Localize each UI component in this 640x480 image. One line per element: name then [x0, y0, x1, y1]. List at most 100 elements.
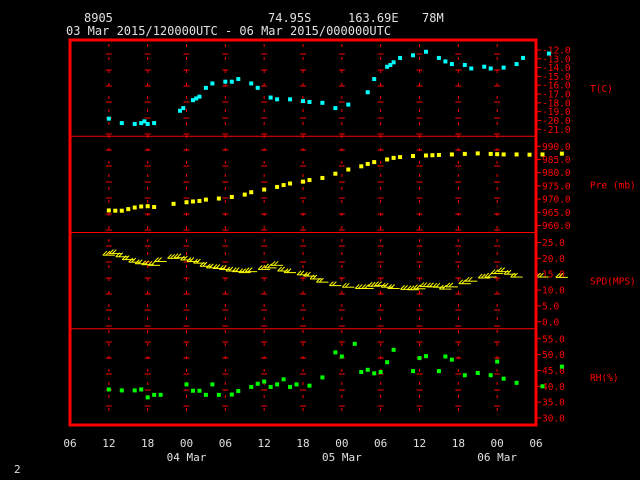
temperature-point — [346, 102, 351, 107]
pressure-point — [423, 153, 428, 158]
temperature-point — [449, 62, 454, 67]
humidity-point — [294, 382, 299, 387]
humidity-panel-label: RH(%) — [590, 373, 619, 384]
x-tick-label: 06 — [374, 437, 387, 450]
pressure-point — [501, 152, 506, 157]
humidity-point — [203, 392, 208, 397]
x-tick-label: 06 — [63, 437, 76, 450]
temperature-point — [229, 79, 234, 84]
humidity-point — [106, 387, 111, 392]
pressure-point — [132, 205, 137, 210]
humidity-point — [514, 380, 519, 385]
page-number: 2 — [14, 463, 21, 476]
pressure-point — [301, 179, 305, 184]
y-tick-label: 25.0 — [542, 238, 565, 249]
humidity-point — [288, 384, 293, 389]
temperature-point — [203, 85, 208, 90]
pressure-point — [475, 151, 480, 156]
pressure-point — [281, 183, 286, 188]
pressure-point — [411, 154, 416, 159]
y-tick-label: 985.0 — [542, 155, 571, 166]
temperature-panel-label: T(C) — [590, 84, 613, 95]
pressure-point — [527, 152, 532, 157]
temperature-point — [268, 95, 273, 100]
x-tick-label: 00 — [180, 437, 193, 450]
y-tick-label: 40.0 — [542, 382, 565, 393]
humidity-point — [281, 377, 286, 382]
temperature-point — [275, 97, 280, 102]
pressure-point — [307, 178, 312, 183]
temperature-point — [469, 66, 474, 71]
temperature-point — [514, 62, 519, 67]
y-tick-label: 980.0 — [542, 168, 571, 179]
humidity-point — [275, 382, 280, 387]
humidity-point — [262, 379, 267, 384]
pressure-point — [430, 153, 435, 158]
temperature-point — [210, 81, 215, 86]
humidity-point — [372, 371, 377, 376]
pressure-point — [275, 184, 280, 189]
x-tick-label: 12 — [413, 437, 426, 450]
y-tick-label: 30.0 — [542, 414, 565, 425]
pressure-point — [216, 196, 221, 201]
pressure-point — [488, 151, 493, 156]
humidity-point — [462, 373, 467, 378]
humidity-point — [423, 354, 428, 359]
humidity-point — [307, 383, 312, 388]
humidity-point — [210, 382, 215, 387]
pressure-point — [145, 204, 150, 209]
pressure-point — [190, 199, 195, 204]
humidity-point — [385, 360, 390, 365]
humidity-point — [365, 367, 370, 372]
temperature-point — [288, 97, 293, 102]
pressure-point — [106, 208, 111, 213]
temperature-point — [423, 49, 428, 54]
temperature-point — [482, 64, 487, 69]
pressure-point — [203, 197, 208, 202]
pressure-point — [385, 157, 390, 162]
humidity-point — [249, 384, 254, 389]
temperature-point — [411, 53, 416, 58]
pressure-point — [229, 194, 234, 199]
humidity-point — [501, 376, 506, 381]
pressure-point — [288, 181, 293, 186]
humidity-point — [190, 388, 195, 393]
temperature-point — [307, 99, 312, 104]
x-date-label: 05 Mar — [322, 451, 362, 464]
humidity-point — [320, 375, 325, 380]
humidity-point — [495, 359, 500, 364]
y-tick-label: 970.0 — [542, 195, 571, 206]
x-tick-label: 00 — [491, 437, 504, 450]
temperature-point — [132, 121, 137, 126]
pressure-point — [262, 187, 267, 192]
humidity-point — [378, 370, 383, 375]
humidity-point — [139, 387, 144, 392]
wind-panel-label: SPD(MPS) — [590, 277, 636, 288]
pressure-point — [152, 205, 157, 210]
y-tick-label: 5.0 — [542, 301, 559, 312]
pressure-point — [372, 160, 377, 165]
humidity-point — [436, 369, 441, 374]
humidity-point — [391, 347, 396, 352]
x-tick-label: 18 — [141, 437, 154, 450]
temperature-point — [145, 121, 150, 126]
humidity-point — [145, 395, 150, 400]
humidity-point — [449, 357, 454, 362]
pressure-point — [495, 152, 500, 157]
temperature-point — [365, 90, 370, 95]
humidity-point — [197, 388, 202, 393]
pressure-panel-label: Pre (mb) — [590, 180, 636, 191]
y-tick-label: 990.0 — [542, 142, 571, 153]
pressure-point — [462, 151, 467, 156]
humidity-point — [488, 373, 493, 378]
temperature-point — [119, 121, 124, 126]
pressure-point — [249, 190, 254, 195]
x-date-label: 04 Mar — [167, 451, 207, 464]
temperature-point — [255, 85, 260, 90]
humidity-point — [236, 389, 241, 394]
pressure-point — [436, 152, 441, 157]
pressure-point — [119, 208, 124, 213]
pressure-point — [391, 155, 396, 160]
temperature-point — [521, 55, 526, 60]
x-tick-label: 00 — [335, 437, 348, 450]
